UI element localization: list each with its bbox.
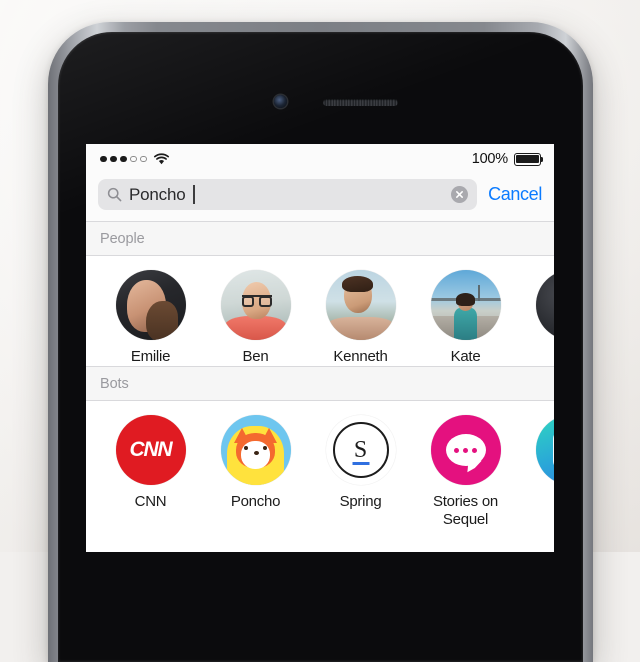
result-item[interactable]: Kenneth xyxy=(308,270,413,366)
avatar-photo xyxy=(220,270,291,340)
avatar-photo xyxy=(325,270,396,340)
avatar[interactable] xyxy=(220,270,291,340)
avatar[interactable] xyxy=(535,270,554,340)
sequel-logo-icon xyxy=(430,415,501,485)
result-item[interactable]: Je xyxy=(518,270,554,366)
avatar[interactable] xyxy=(535,415,554,485)
battery-percent-label: 100% xyxy=(471,151,508,167)
result-item-label: Poncho xyxy=(230,493,281,510)
avatar[interactable] xyxy=(220,415,291,485)
section-header-bots: Bots xyxy=(86,366,554,401)
battery-fill xyxy=(516,154,539,164)
people-results-row[interactable]: Emilie Ben Kenneth Kate Je xyxy=(86,256,554,366)
clear-search-button[interactable] xyxy=(451,186,469,203)
search-bar: Poncho Cancel xyxy=(86,174,554,221)
result-item[interactable]: CNN CNN xyxy=(98,415,203,529)
bots-results-row[interactable]: CNN CNN Poncho S Spring Stories on Sequel xyxy=(86,401,554,529)
messenger-logo-icon xyxy=(535,415,554,485)
result-item-label: Stories on Sequel xyxy=(432,493,499,528)
signal-dot-5 xyxy=(140,155,147,163)
signal-dot-3 xyxy=(120,155,127,163)
result-item-label: Emilie xyxy=(130,348,171,365)
cnn-logo-icon: CNN xyxy=(115,415,186,485)
status-bar-left xyxy=(100,153,170,165)
phone-screen: 100% Poncho Cancel People Emilie Ben Ken… xyxy=(86,144,554,552)
avatar[interactable]: CNN xyxy=(115,415,186,485)
signal-dot-1 xyxy=(100,155,107,163)
poncho-logo-icon xyxy=(220,415,291,485)
spring-logo-icon: S xyxy=(325,415,396,485)
avatar[interactable] xyxy=(430,415,501,485)
avatar-photo xyxy=(430,270,501,340)
result-item[interactable]: Emilie xyxy=(98,270,203,366)
status-bar-right: 100% xyxy=(471,151,544,167)
front-camera-icon xyxy=(274,95,287,108)
text-cursor xyxy=(193,185,195,204)
search-input-value: Poncho xyxy=(129,184,186,204)
avatar[interactable]: S xyxy=(325,415,396,485)
cancel-button[interactable]: Cancel xyxy=(485,184,544,205)
cellular-signal-dots xyxy=(100,155,147,163)
result-item[interactable] xyxy=(518,415,554,529)
signal-dot-4 xyxy=(130,155,137,163)
earpiece-speaker-icon xyxy=(323,99,398,106)
section-header-people: People xyxy=(86,221,554,256)
result-item-label: Spring xyxy=(339,493,382,510)
close-icon xyxy=(456,191,464,198)
result-item[interactable]: S Spring xyxy=(308,415,413,529)
result-item-label: Kate xyxy=(450,348,481,365)
result-item-label: Kenneth xyxy=(333,348,388,365)
battery-icon xyxy=(514,152,544,166)
result-item-label: CNN xyxy=(134,493,167,510)
signal-dot-2 xyxy=(110,155,117,163)
avatar[interactable] xyxy=(430,270,501,340)
result-item-label: Ben xyxy=(242,348,269,365)
result-item[interactable]: Kate xyxy=(413,270,518,366)
search-input[interactable]: Poncho xyxy=(98,179,478,210)
result-item[interactable]: Stories on Sequel xyxy=(413,415,518,529)
avatar-photo xyxy=(535,270,554,340)
search-icon xyxy=(107,187,122,202)
avatar[interactable] xyxy=(115,270,186,340)
result-item[interactable]: Ben xyxy=(203,270,308,366)
result-item[interactable]: Poncho xyxy=(203,415,308,529)
battery-cap xyxy=(541,157,544,163)
avatar-photo xyxy=(115,270,186,340)
status-bar: 100% xyxy=(86,144,554,174)
wifi-icon xyxy=(153,153,169,165)
avatar[interactable] xyxy=(325,270,396,340)
